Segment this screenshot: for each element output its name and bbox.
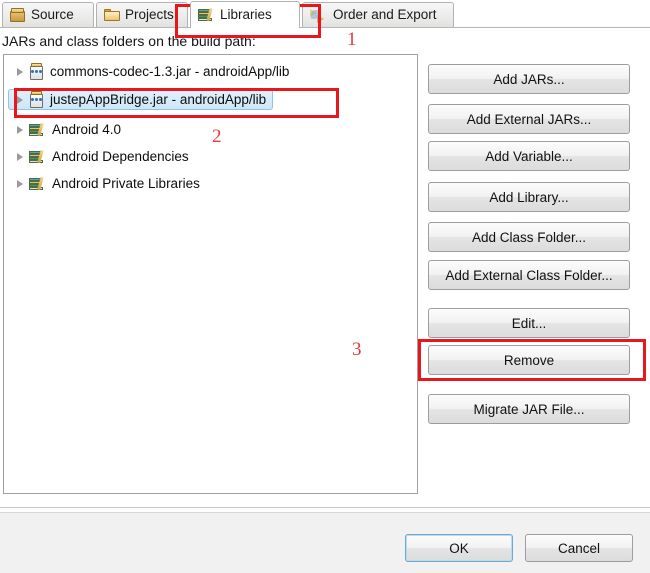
chevron-right-icon[interactable] [17, 152, 23, 161]
order-export-icon [310, 8, 328, 23]
migrate-jar-file-button[interactable]: Migrate JAR File... [428, 394, 630, 424]
library-icon [29, 176, 46, 191]
list-item-label: commons-codec-1.3.jar - androidApp/lib [50, 63, 290, 79]
tab-bar: Source Projects Libraries Order and Expo… [0, 0, 650, 28]
annotation-number-1: 1 [347, 29, 357, 50]
books-icon [198, 7, 215, 22]
chevron-right-icon[interactable] [17, 95, 23, 104]
add-external-jars-button[interactable]: Add External JARs... [428, 104, 630, 134]
chevron-right-icon[interactable] [17, 125, 23, 134]
list-item[interactable]: Android 4.0 [8, 119, 128, 140]
library-icon [29, 149, 46, 164]
chevron-right-icon[interactable] [17, 179, 23, 188]
folder-icon [104, 8, 120, 22]
list-item[interactable]: commons-codec-1.3.jar - androidApp/lib [8, 61, 296, 82]
add-external-class-folder-button[interactable]: Add External Class Folder... [428, 260, 630, 290]
jar-icon [29, 91, 44, 108]
list-item[interactable]: Android Dependencies [8, 146, 196, 167]
list-item-label: Android Dependencies [52, 148, 189, 164]
library-icon [29, 122, 46, 137]
list-item-label: Android Private Libraries [52, 175, 200, 191]
tab-order-and-export-label: Order and Export [333, 7, 437, 23]
add-class-folder-button[interactable]: Add Class Folder... [428, 222, 630, 252]
package-icon [10, 7, 26, 23]
list-item[interactable]: Android Private Libraries [8, 173, 207, 194]
tab-order-and-export[interactable]: Order and Export [302, 2, 454, 27]
tab-projects-label: Projects [125, 7, 174, 23]
tab-source-label: Source [31, 7, 74, 23]
remove-button[interactable]: Remove [428, 345, 630, 375]
footer-divider-top [0, 507, 650, 508]
tab-projects[interactable]: Projects [96, 2, 188, 27]
edit-button[interactable]: Edit... [428, 308, 630, 338]
list-item-selected[interactable]: justepAppBridge.jar - androidApp/lib [8, 89, 274, 110]
tab-libraries-label: Libraries [220, 7, 272, 23]
tab-libraries[interactable]: Libraries [190, 1, 300, 28]
jar-icon [29, 63, 44, 80]
add-variable-button[interactable]: Add Variable... [428, 141, 630, 171]
build-path-list[interactable]: commons-codec-1.3.jar - androidApp/lib j… [3, 54, 418, 494]
tab-source[interactable]: Source [2, 2, 94, 27]
cancel-button[interactable]: Cancel [525, 534, 633, 562]
tab-bar-underline [0, 27, 650, 28]
ok-button[interactable]: OK [405, 534, 513, 562]
add-jars-button[interactable]: Add JARs... [428, 64, 630, 94]
list-item-label: justepAppBridge.jar - androidApp/lib [50, 91, 267, 107]
add-library-button[interactable]: Add Library... [428, 182, 630, 212]
list-caption: JARs and class folders on the build path… [2, 33, 256, 49]
chevron-right-icon[interactable] [17, 67, 23, 76]
list-item-label: Android 4.0 [52, 121, 122, 137]
